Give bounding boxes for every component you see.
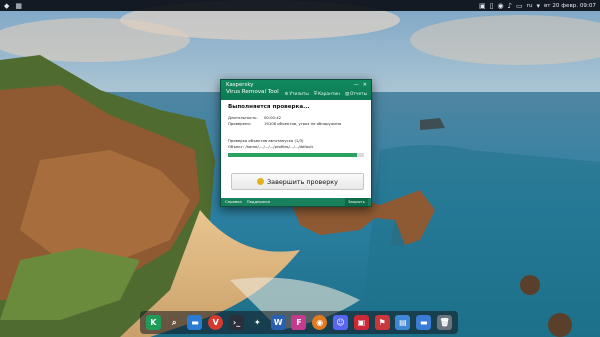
window-footer: Справка Поддержка Закрыть: [221, 198, 371, 206]
help-link[interactable]: Справка: [225, 199, 242, 204]
scan-progress-fill: [228, 153, 358, 157]
screenshot-icon[interactable]: ▣: [479, 2, 486, 10]
nav-reports-label: Отчеты: [350, 92, 367, 97]
files-icon[interactable]: ▤: [395, 315, 411, 330]
vivaldi-icon[interactable]: V: [208, 315, 224, 330]
keyboard-layout[interactable]: ru: [527, 3, 533, 9]
window-body: Выполняется проверка... Длительность: 00…: [221, 100, 371, 198]
checked-row: Проверено: 19106 объектов, угроз не обна…: [228, 121, 341, 126]
word-icon[interactable]: W: [270, 315, 286, 330]
nav-utilities[interactable]: ⚙ Утилиты: [285, 92, 309, 97]
close-button[interactable]: Закрыть: [345, 198, 368, 206]
product-label: Virus Removal Tool: [226, 89, 279, 95]
top-panel: ◆ ▦ ▣ ▯ ◉ ♪ ▭ ru ▾ вт 20 февр. 09:07: [0, 0, 600, 11]
tools-icon: ⚙: [284, 92, 289, 97]
report-icon: ▤: [344, 92, 350, 97]
stop-icon: [257, 178, 265, 185]
top-panel-left: ◆ ▦: [4, 2, 22, 10]
shield-icon: ⛨: [313, 92, 317, 97]
volume-icon[interactable]: ♪: [508, 2, 512, 10]
folder-icon[interactable]: ▬: [416, 315, 432, 330]
trash-icon[interactable]: 🗑: [437, 315, 453, 330]
firefox-icon[interactable]: F: [291, 315, 307, 330]
checked-value: 19106 объектов, угроз не обнаружено: [264, 121, 342, 126]
duration-label: Длительность:: [228, 115, 258, 120]
duration-value: 00:00:42: [264, 115, 282, 120]
search-icon[interactable]: ⌕: [167, 315, 182, 330]
battery-icon[interactable]: ▭: [516, 2, 523, 10]
workspace-icon[interactable]: ▦: [15, 2, 22, 10]
nav-quarantine[interactable]: ⛨ Карантин: [314, 92, 340, 97]
discord-icon[interactable]: ☺: [333, 315, 349, 330]
top-panel-right: ▣ ▯ ◉ ♪ ▭ ru ▾ вт 20 февр. 09:07: [479, 2, 596, 10]
folder-icon[interactable]: ▬: [187, 315, 203, 330]
minimize-icon[interactable]: —: [354, 82, 359, 88]
clock[interactable]: вт 20 февр. 09:07: [544, 3, 596, 9]
duration-row: Длительность: 00:00:42: [228, 115, 281, 120]
window-controls: — ✕: [354, 82, 367, 88]
nav-utilities-label: Утилиты: [289, 92, 309, 97]
activities-icon[interactable]: ◆: [4, 2, 9, 10]
network-icon[interactable]: ◉: [497, 2, 503, 10]
nav-reports[interactable]: ▤ Отчеты: [345, 92, 367, 97]
app-icon[interactable]: ⚑: [374, 315, 390, 330]
footer-links: Справка Поддержка: [225, 199, 270, 204]
checked-label: Проверено:: [228, 121, 251, 126]
blender-icon[interactable]: ◉: [312, 315, 328, 330]
kdeconnect-icon[interactable]: ✦: [250, 315, 265, 330]
close-icon[interactable]: ✕: [363, 82, 367, 88]
phone-icon[interactable]: ▯: [490, 2, 494, 10]
dock: K ⌕ ▬ V ›_ ✦ W F ◉ ☺ ▣ ⚑ ▤ ▬ 🗑: [140, 311, 458, 334]
stop-scan-label: Завершить проверку: [267, 177, 338, 186]
nav-quarantine-label: Карантин: [318, 92, 340, 97]
stop-scan-button[interactable]: Завершить проверку: [231, 173, 364, 190]
window-header: Kaspersky Virus Removal Tool — ✕ ⚙ Утилит…: [221, 80, 371, 100]
scan-status-title: Выполняется проверка...: [228, 104, 310, 110]
support-link[interactable]: Поддержка: [247, 199, 270, 204]
save-icon[interactable]: ▣: [353, 315, 369, 330]
scan-progress-bar: [228, 153, 364, 157]
current-object: Объект: /home/..../.../.../profiles/.../…: [228, 144, 313, 149]
chevron-down-icon[interactable]: ▾: [537, 2, 541, 10]
kaspersky-icon[interactable]: K: [145, 315, 161, 330]
brand-label: Kaspersky: [226, 82, 254, 88]
terminal-icon[interactable]: ›_: [229, 315, 245, 330]
autostart-status: Проверка объектов автозапуска (1/3): [228, 138, 304, 143]
kaspersky-window: Kaspersky Virus Removal Tool — ✕ ⚙ Утилит…: [220, 79, 372, 207]
window-nav: ⚙ Утилиты ⛨ Карантин ▤ Отчеты: [285, 92, 367, 97]
